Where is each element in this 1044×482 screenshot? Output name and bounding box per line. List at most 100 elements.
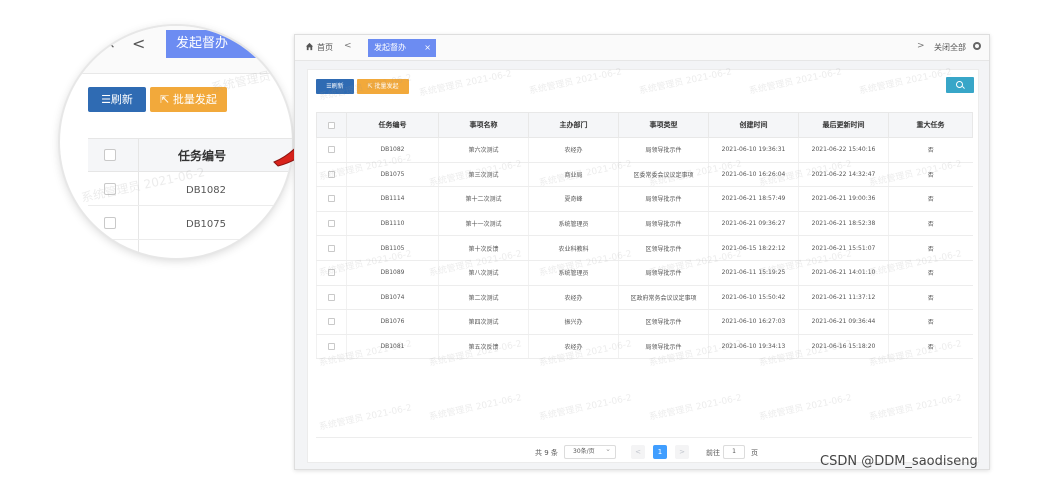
row-checkbox[interactable]	[328, 343, 335, 351]
task-id-cell: DB1105	[346, 235, 439, 261]
row-select-cell[interactable]	[316, 285, 347, 311]
created-time-cell: 2021-06-10 15:50:42	[708, 285, 799, 311]
created-time-cell: 2021-06-10 19:36:31	[708, 137, 799, 163]
page-suffix-label: 页	[751, 449, 758, 457]
task-id-cell: DB1074	[346, 285, 439, 311]
department-cell: 农经办	[528, 137, 619, 163]
gear-icon[interactable]	[973, 42, 981, 50]
table-row[interactable]: DB1110 第十一次测试 系统管理员 局领导批示件 2021-06-21 09:36:…	[316, 211, 973, 237]
task-id-cell: DB1082	[346, 137, 439, 163]
row-select-cell[interactable]	[316, 309, 347, 335]
major-task-cell: 否	[888, 186, 973, 212]
tab-scroll-left-icon[interactable]: <	[344, 41, 352, 51]
row-select-cell[interactable]	[316, 137, 347, 163]
close-all-button[interactable]: 关闭全部	[934, 42, 966, 53]
magnified-refresh-button[interactable]: ☰刷新	[88, 87, 146, 112]
row-checkbox[interactable]	[328, 170, 335, 178]
created-time-cell: 2021-06-21 09:36:27	[708, 211, 799, 237]
row-checkbox[interactable]	[328, 146, 335, 154]
batch-start-button[interactable]: ⇱ 批量发起	[357, 79, 409, 94]
select-all-checkbox[interactable]	[328, 121, 335, 129]
row-checkbox[interactable]	[328, 293, 335, 301]
magnified-active-tab[interactable]: 发起督办	[166, 30, 292, 58]
table-row[interactable]: DB1114 第十二次测试 夏奇峰 局领导批示件 2021-06-21 18:57:49…	[316, 186, 973, 212]
updated-time-cell: 2021-06-21 18:52:38	[798, 211, 889, 237]
row-checkbox[interactable]	[328, 220, 335, 228]
table-empty-area	[316, 378, 972, 438]
tab-start-supervision[interactable]: 发起督办 ×	[368, 39, 436, 57]
table-row[interactable]: DB1081 第五次反馈 农经办 局领导批示件 2021-06-10 19:34:13 2…	[316, 334, 973, 360]
app-window: 首页 < 发起督办 × > 关闭全部 ☰刷新 ⇱ 批量发起 任务编号 事项名称 …	[294, 34, 990, 470]
major-task-cell: 否	[888, 285, 973, 311]
major-task-cell: 否	[888, 137, 973, 163]
table-row[interactable]: DB1082 第六次测试 农经办 局领导批示件 2021-06-10 19:36:31 2…	[316, 137, 973, 163]
magnified-row-checkbox[interactable]	[104, 217, 116, 229]
row-checkbox[interactable]	[328, 244, 335, 252]
tab-close-icon[interactable]: ×	[424, 39, 431, 57]
row-select-cell[interactable]	[316, 260, 347, 286]
department-cell: 农业科教科	[528, 235, 619, 261]
item-name-cell: 第二次测试	[438, 285, 529, 311]
major-task-cell: 否	[888, 162, 973, 188]
row-checkbox[interactable]	[328, 195, 335, 203]
goto-label: 前往	[706, 449, 720, 457]
task-id-cell: DB1089	[346, 260, 439, 286]
tab-home[interactable]: 首页	[317, 42, 333, 53]
refresh-button[interactable]: ☰刷新	[316, 79, 354, 94]
watermark-text: 系统管理员 2021-06-2	[418, 69, 513, 99]
column-header[interactable]: 主办部门	[528, 112, 619, 138]
row-select-cell[interactable]	[316, 334, 347, 360]
magnified-task-id: DB1075	[186, 219, 227, 230]
column-header[interactable]: 任务编号	[346, 112, 439, 138]
prev-page-button[interactable]: <	[631, 445, 645, 459]
item-type-cell: 局领导批示件	[618, 137, 709, 163]
search-icon[interactable]	[946, 77, 974, 93]
table-row[interactable]: DB1074 第二次测试 农经办 区政府常务会议议定事项 2021-06-10 15:5…	[316, 285, 973, 311]
item-name-cell: 第四次测试	[438, 309, 529, 335]
table-row[interactable]: DB1075 第三次测试 商业局 区委常委会议议定事项 2021-06-10 16:26…	[316, 162, 973, 188]
goto-page-input[interactable]: 1	[723, 445, 745, 459]
row-select-cell[interactable]	[316, 162, 347, 188]
created-time-cell: 2021-06-15 18:22:12	[708, 235, 799, 261]
magnified-task-id: DB1082	[186, 185, 227, 196]
magnified-select-all-checkbox[interactable]	[104, 149, 116, 161]
magnified-close-icon[interactable]: ×	[104, 36, 116, 52]
updated-time-cell: 2021-06-21 19:00:36	[798, 186, 889, 212]
updated-time-cell: 2021-06-16 15:18:20	[798, 334, 889, 360]
item-name-cell: 第三次测试	[438, 162, 529, 188]
tab-label: 发起督办	[374, 43, 406, 52]
major-task-cell: 否	[888, 309, 973, 335]
watermark-text: 系统管理员 2021-06-2	[528, 67, 623, 97]
item-type-cell: 局领导批示件	[618, 186, 709, 212]
created-time-cell: 2021-06-11 15:19:25	[708, 260, 799, 286]
magnified-prev-tab-icon[interactable]: <	[132, 34, 145, 53]
row-checkbox[interactable]	[328, 269, 335, 277]
column-header[interactable]: 事项名称	[438, 112, 529, 138]
select-all-header[interactable]	[316, 112, 347, 138]
row-select-cell[interactable]	[316, 211, 347, 237]
department-cell: 夏奇峰	[528, 186, 619, 212]
page-size-select[interactable]: 30条/页	[564, 443, 616, 459]
current-page-button[interactable]: 1	[653, 445, 667, 459]
tab-scroll-right-icon[interactable]: >	[917, 41, 925, 51]
magnified-batch-start-button[interactable]: ⇱ 批量发起	[150, 87, 227, 112]
table-row[interactable]: DB1089 第八次测试 系统管理员 局领导批示件 2021-06-11 15:19:2…	[316, 260, 973, 286]
column-header[interactable]: 重大任务	[888, 112, 973, 138]
table-row[interactable]: DB1076 第四次测试 振兴办 区领导批示件 2021-06-10 16:27:03 2…	[316, 309, 973, 335]
table-row[interactable]: DB1105 第十次反馈 农业科教科 区领导批示件 2021-06-15 18:22:1…	[316, 235, 973, 261]
item-name-cell: 第八次测试	[438, 260, 529, 286]
next-page-button[interactable]: >	[675, 445, 689, 459]
watermark-text: 系统管理员 2021-06-2	[748, 67, 843, 97]
row-select-cell[interactable]	[316, 186, 347, 212]
row-select-cell[interactable]	[316, 235, 347, 261]
created-time-cell: 2021-06-10 16:26:04	[708, 162, 799, 188]
home-icon[interactable]	[305, 42, 314, 51]
column-header[interactable]: 最后更新时间	[798, 112, 889, 138]
item-type-cell: 区委常委会议议定事项	[618, 162, 709, 188]
department-cell: 系统管理员	[528, 260, 619, 286]
column-header[interactable]: 事项类型	[618, 112, 709, 138]
column-header[interactable]: 创建时间	[708, 112, 799, 138]
updated-time-cell: 2021-06-21 11:37:12	[798, 285, 889, 311]
row-checkbox[interactable]	[328, 318, 335, 326]
magnified-row-checkbox[interactable]	[104, 183, 116, 195]
